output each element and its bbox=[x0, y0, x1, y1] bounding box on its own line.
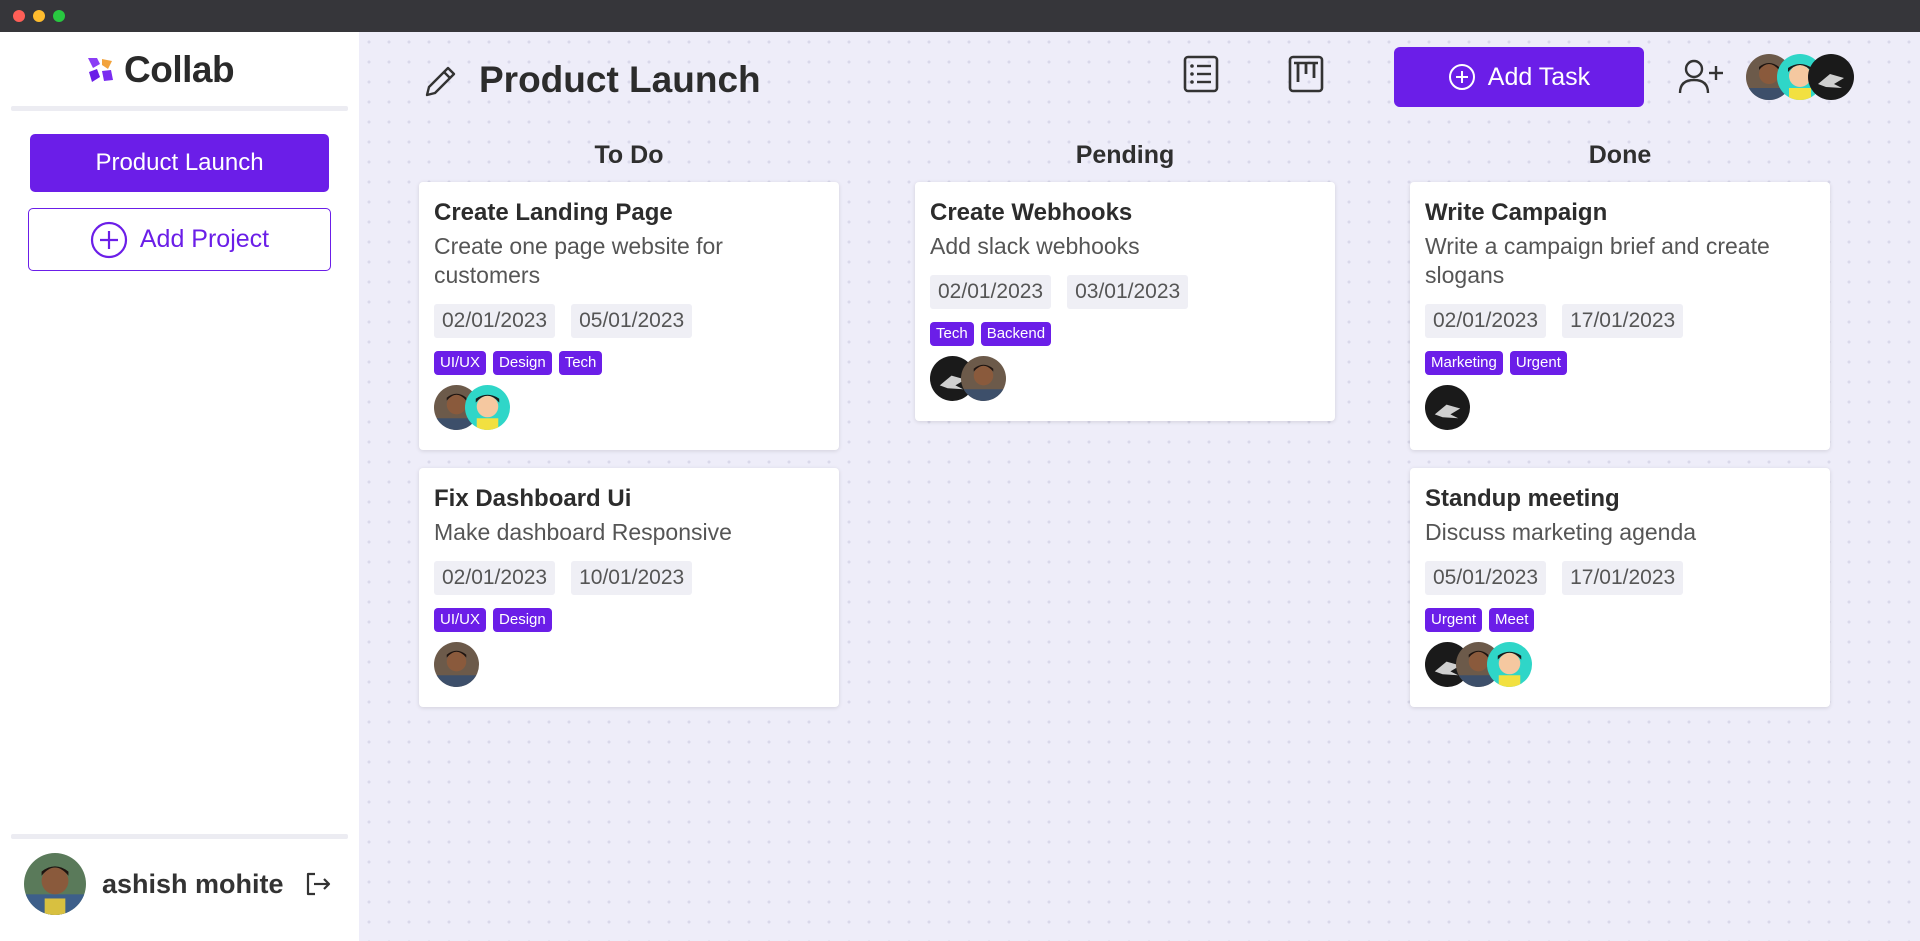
assignees bbox=[434, 642, 824, 687]
assignees bbox=[434, 385, 824, 430]
task-card[interactable]: Fix Dashboard Ui Make dashboard Responsi… bbox=[419, 468, 839, 707]
list-view-icon[interactable] bbox=[1181, 54, 1221, 94]
tag-badge: Meet bbox=[1489, 608, 1535, 632]
sidebar-divider bbox=[11, 106, 348, 111]
maximize-window-button[interactable] bbox=[53, 10, 65, 22]
add-user-icon[interactable] bbox=[1677, 56, 1725, 98]
task-card[interactable]: Create Landing Page Create one page webs… bbox=[419, 182, 839, 450]
team-avatars[interactable] bbox=[1746, 54, 1854, 100]
tag-badge: Urgent bbox=[1509, 351, 1567, 375]
tag-badge: Design bbox=[493, 351, 552, 375]
tag-badge: Design bbox=[493, 608, 552, 632]
assignees bbox=[1425, 385, 1815, 430]
assignees bbox=[930, 356, 1320, 401]
add-task-label: Add Task bbox=[1487, 62, 1591, 91]
task-card[interactable]: Create Webhooks Add slack webhooks 02/01… bbox=[915, 182, 1335, 421]
end-date: 03/01/2023 bbox=[1067, 275, 1189, 309]
end-date: 17/01/2023 bbox=[1562, 304, 1684, 338]
tag-badge: Urgent bbox=[1425, 608, 1483, 632]
pencil-icon[interactable] bbox=[421, 61, 461, 101]
task-description: Create one page website for customers bbox=[434, 233, 723, 288]
collab-logo-icon bbox=[88, 58, 113, 82]
tag-badge: UI/UX bbox=[434, 608, 487, 632]
add-project-button[interactable]: Add Project bbox=[28, 208, 331, 271]
start-date: 02/01/2023 bbox=[434, 304, 556, 338]
task-title: Standup meeting bbox=[1425, 485, 1620, 512]
task-title: Fix Dashboard Ui bbox=[434, 485, 632, 512]
logout-icon[interactable] bbox=[303, 869, 333, 899]
page-title: Product Launch bbox=[479, 59, 761, 100]
task-card[interactable]: Write Campaign Write a campaign brief an… bbox=[1410, 182, 1830, 450]
project-item-product-launch[interactable]: Product Launch bbox=[30, 134, 329, 192]
column-done: Done Write Campaign Write a campaign bri… bbox=[1410, 132, 1830, 707]
column-todo: To Do Create Landing Page Create one pag… bbox=[419, 132, 839, 707]
end-date: 17/01/2023 bbox=[1562, 561, 1684, 595]
start-date: 02/01/2023 bbox=[1425, 304, 1547, 338]
end-date: 10/01/2023 bbox=[571, 561, 693, 595]
user-name: ashish mohite bbox=[102, 868, 284, 899]
close-window-button[interactable] bbox=[13, 10, 25, 22]
task-title: Write Campaign bbox=[1425, 199, 1608, 226]
plus-circle-icon bbox=[1448, 64, 1475, 90]
avatar[interactable] bbox=[1808, 54, 1854, 100]
avatar[interactable] bbox=[961, 356, 1006, 401]
avatar[interactable] bbox=[1425, 385, 1470, 430]
main-board-area: Product Launch Add Task To Do Create Lan… bbox=[359, 32, 1920, 941]
brand-name: Collab bbox=[124, 49, 235, 90]
minimize-window-button[interactable] bbox=[33, 10, 45, 22]
end-date: 05/01/2023 bbox=[571, 304, 693, 338]
tag-badge: Tech bbox=[558, 351, 603, 375]
tag-badge: Marketing bbox=[1425, 351, 1503, 375]
brand[interactable]: Collab bbox=[86, 49, 235, 90]
tag-badge: Tech bbox=[930, 322, 974, 346]
column-pending: Pending Create Webhooks Add slack webhoo… bbox=[915, 132, 1335, 421]
tag-badge: UI/UX bbox=[434, 351, 487, 375]
column-title: To Do bbox=[594, 141, 664, 169]
task-title: Create Landing Page bbox=[434, 199, 673, 226]
task-card[interactable]: Standup meeting Discuss marketing agenda… bbox=[1410, 468, 1830, 707]
start-date: 02/01/2023 bbox=[930, 275, 1052, 309]
avatar[interactable] bbox=[434, 642, 479, 687]
user-profile: ashish mohite bbox=[24, 853, 344, 915]
tag-badge: Backend bbox=[980, 322, 1052, 346]
start-date: 05/01/2023 bbox=[1425, 561, 1547, 595]
window-titlebar bbox=[0, 0, 1920, 32]
add-task-button[interactable]: Add Task bbox=[1394, 47, 1644, 107]
task-title: Create Webhooks bbox=[930, 199, 1133, 226]
column-title: Pending bbox=[1075, 141, 1175, 169]
column-title: Done bbox=[1588, 141, 1652, 169]
task-description: Make dashboard Responsive bbox=[434, 519, 732, 545]
plus-circle-icon bbox=[90, 221, 127, 258]
user-avatar[interactable] bbox=[24, 853, 86, 915]
avatar[interactable] bbox=[465, 385, 510, 430]
avatar[interactable] bbox=[1487, 642, 1532, 687]
sidebar-divider bbox=[11, 834, 348, 839]
add-project-label: Add Project bbox=[139, 225, 270, 253]
sidebar: Collab Product Launch Add Project ashish… bbox=[0, 32, 359, 941]
start-date: 02/01/2023 bbox=[434, 561, 556, 595]
assignees bbox=[1425, 642, 1815, 687]
board-view-icon[interactable] bbox=[1286, 54, 1326, 94]
task-description: Add slack webhooks bbox=[930, 233, 1140, 259]
task-description: Write a campaign brief and create slogan… bbox=[1425, 233, 1770, 288]
task-description: Discuss marketing agenda bbox=[1425, 519, 1697, 545]
